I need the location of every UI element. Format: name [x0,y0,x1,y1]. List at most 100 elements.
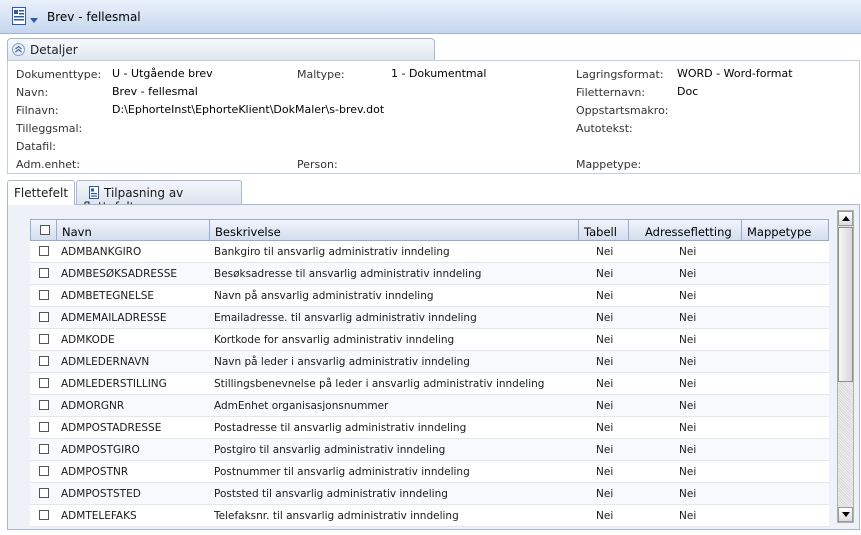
cell-beskrivelse: Kortkode for ansvarlig administrativ inn… [214,334,455,346]
cell-tabell: Nei [596,290,614,302]
table-row[interactable]: ADMPOSTGIRO Postgiro til ansvarlig admini… [30,439,829,461]
cell-tabell: Nei [596,378,614,390]
table-row[interactable]: ADMTELEFAKS Telefaksnr. til ansvarlig adm… [30,505,829,527]
table-row[interactable]: ADMKODE Kortkode for ansvarlig administra… [30,329,829,351]
cell-navn: ADMPOSTSTED [61,488,141,500]
cell-adressefletting: Nei [679,334,697,346]
label-filnavn: Filnavn: [16,104,59,117]
tab-flettefelt[interactable]: Flettefelt [7,180,75,205]
row-checkbox[interactable] [39,488,49,498]
cell-navn: ADMPOSTNR [61,466,129,478]
cell-beskrivelse: Navn på leder i ansvarlig administrativ … [214,356,470,368]
table-row[interactable]: ADMBANKGIRO Bankgiro til ansvarlig admini… [30,241,829,263]
cell-adressefletting: Nei [679,466,697,478]
cell-beskrivelse: Navn på ansvarlig administrativ inndelin… [214,290,434,302]
cell-adressefletting: Nei [679,290,697,302]
table-row[interactable]: ADMEMAILADRESSE Emailadresse. til ansvarl… [30,307,829,329]
row-checkbox[interactable] [39,510,49,520]
table-row[interactable]: ADMORGNR AdmEnhet organisasjonsnummer Nei N… [30,395,829,417]
label-autotekst: Autotekst: [576,122,633,135]
cell-tabell: Nei [596,422,614,434]
cell-adressefletting: Nei [679,312,697,324]
cell-tabell: Nei [596,312,614,324]
table-row[interactable]: ADMLEDERSTILLING Stillingsbenevnelse på l… [30,373,829,395]
cell-beskrivelse: AdmEnhet organisasjonsnummer [214,400,389,412]
cell-navn: ADMBETEGNELSE [61,290,154,302]
column-header-mappetype[interactable]: Mappetype [742,219,829,241]
collapse-chevron-icon[interactable] [12,43,25,56]
cell-beskrivelse: Telefaksnr. til ansvarlig administrativ … [214,510,459,522]
cell-navn: ADMLEDERSTILLING [61,378,167,390]
label-admenhet: Adm.enhet: [16,158,81,171]
row-checkbox[interactable] [39,444,49,454]
row-checkbox[interactable] [39,466,49,476]
flettefelt-panel: Navn Beskrivelse Tabell Adressefletting … [7,204,860,530]
cell-tabell: Nei [596,400,614,412]
row-checkbox[interactable] [39,246,49,256]
cell-adressefletting: Nei [679,356,697,368]
label-tilleggsmal: Tilleggsmal: [16,122,83,135]
select-all-checkbox[interactable] [40,225,50,235]
row-checkbox[interactable] [39,422,49,432]
document-template-icon[interactable] [12,7,26,25]
select-all-header [30,219,57,241]
table-row[interactable]: ADMBETEGNELSE Navn på ansvarlig administr… [30,285,829,307]
cell-navn: ADMBESØKSADRESSE [61,268,178,280]
scroll-down-button[interactable] [838,507,853,522]
value-dokumenttype: U - Utgående brev [112,67,213,80]
title-bar: Brev - fellesmal [0,0,861,34]
label-lagringsformat: Lagringsformat: [576,68,664,81]
row-checkbox[interactable] [39,290,49,300]
table-row[interactable]: ADMPOSTNR Postnummer til ansvarlig admini… [30,461,829,483]
table-row[interactable]: ADMBESØKSADRESSE Besøksadresse til ansvar… [30,263,829,285]
cell-navn: ADMEMAILADRESSE [61,312,167,324]
cell-tabell: Nei [596,356,614,368]
cell-navn: ADMBANKGIRO [61,246,142,258]
tab-flettefelt-label: Flettefelt [14,186,69,200]
table-row[interactable]: ADMPOSTADRESSE Postadresse til ansvarlig … [30,417,829,439]
table-row[interactable]: ADMPOSTSTED Poststed til ansvarlig admini… [30,483,829,505]
column-header-tabell[interactable]: Tabell [579,219,629,241]
cell-navn: ADMLEDERNAVN [61,356,150,368]
row-checkbox[interactable] [39,268,49,278]
tab-tilpasning-av-flettefelt[interactable]: Tilpasning av flettefelt [76,180,242,214]
label-dokumenttype: Dokumenttype: [16,68,102,81]
column-header-beskrivelse[interactable]: Beskrivelse [210,219,579,241]
row-checkbox[interactable] [39,334,49,344]
cell-beskrivelse: Postnummer til ansvarlig administrativ i… [214,466,470,478]
row-checkbox[interactable] [39,400,49,410]
cell-tabell: Nei [596,510,614,522]
scroll-up-button[interactable] [838,211,853,226]
label-mappetype: Mappetype: [576,158,642,171]
cell-tabell: Nei [596,466,614,478]
cell-adressefletting: Nei [679,268,697,280]
document-template-icon [89,186,99,199]
label-filetternavn: Filetternavn: [576,86,646,99]
cell-beskrivelse: Postgiro til ansvarlig administrativ inn… [214,444,446,456]
value-lagringsformat: WORD - Word-format [677,67,793,80]
label-navn: Navn: [16,86,49,99]
arrow-down-icon [842,512,850,517]
cell-adressefletting: Nei [679,422,697,434]
cell-beskrivelse: Besøksadresse til ansvarlig administrati… [214,268,482,280]
cell-tabell: Nei [596,246,614,258]
cell-navn: ADMTELEFAKS [61,510,137,522]
column-header-adressefletting[interactable]: Adressefletting [629,219,742,241]
cell-beskrivelse: Bankgiro til ansvarlig administrativ inn… [214,246,450,258]
cell-adressefletting: Nei [679,510,697,522]
vertical-scrollbar[interactable] [837,210,854,523]
row-checkbox[interactable] [39,312,49,322]
scrollbar-thumb[interactable] [838,227,853,382]
table-row[interactable]: ADMLEDERNAVN Navn på leder i ansvarlig ad… [30,351,829,373]
row-checkbox[interactable] [39,378,49,388]
cell-adressefletting: Nei [679,444,697,456]
cell-navn: ADMPOSTGIRO [61,444,140,456]
value-navn: Brev - fellesmal [112,85,198,98]
chevron-down-icon[interactable] [30,18,38,23]
row-checkbox[interactable] [39,356,49,366]
label-oppstartsmakro: Oppstartsmakro: [576,104,669,117]
column-header-navn[interactable]: Navn [57,219,210,241]
details-section-header[interactable]: Detaljer [7,38,435,60]
cell-beskrivelse: Postadresse til ansvarlig administrativ … [214,422,467,434]
label-maltype: Maltype: [297,68,345,81]
